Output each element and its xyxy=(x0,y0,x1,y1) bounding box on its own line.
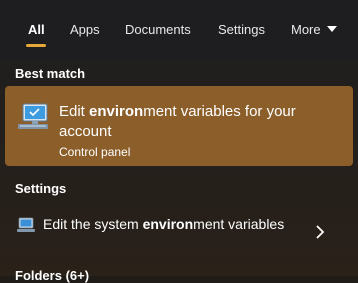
tab-documents[interactable]: Documents xyxy=(125,22,191,37)
search-results-panel: All Apps Documents Settings More Best ma… xyxy=(0,0,358,283)
active-tab-indicator xyxy=(26,44,46,47)
system-properties-icon xyxy=(17,217,35,232)
best-match-title: Edit environment variables for your acco… xyxy=(59,102,339,142)
tab-more-label: More xyxy=(291,22,321,37)
tab-all[interactable]: All xyxy=(28,22,45,37)
tab-apps[interactable]: Apps xyxy=(70,22,100,37)
best-match-result[interactable]: Edit environment variables for your acco… xyxy=(5,86,353,166)
item-text-post: ment variables xyxy=(193,216,285,232)
item-text-pre: Edit the system xyxy=(43,216,143,232)
title-text-pre: Edit xyxy=(59,103,90,120)
settings-heading: Settings xyxy=(15,181,67,196)
tab-more[interactable]: More xyxy=(291,22,337,37)
tab-settings[interactable]: Settings xyxy=(218,22,265,37)
item-text-match: environ xyxy=(142,216,194,232)
best-match-heading: Best match xyxy=(15,66,86,81)
settings-result-item[interactable]: Edit the system environment variables xyxy=(5,207,353,257)
title-text-match: environ xyxy=(89,103,144,120)
best-match-subtitle: Control panel xyxy=(59,145,131,159)
computer-monitor-icon xyxy=(18,103,48,129)
settings-item-title: Edit the system environment variables xyxy=(43,214,303,234)
chevron-right-icon[interactable] xyxy=(315,225,325,239)
chevron-down-icon xyxy=(326,26,337,32)
tab-bar: All Apps Documents Settings More xyxy=(0,0,358,60)
